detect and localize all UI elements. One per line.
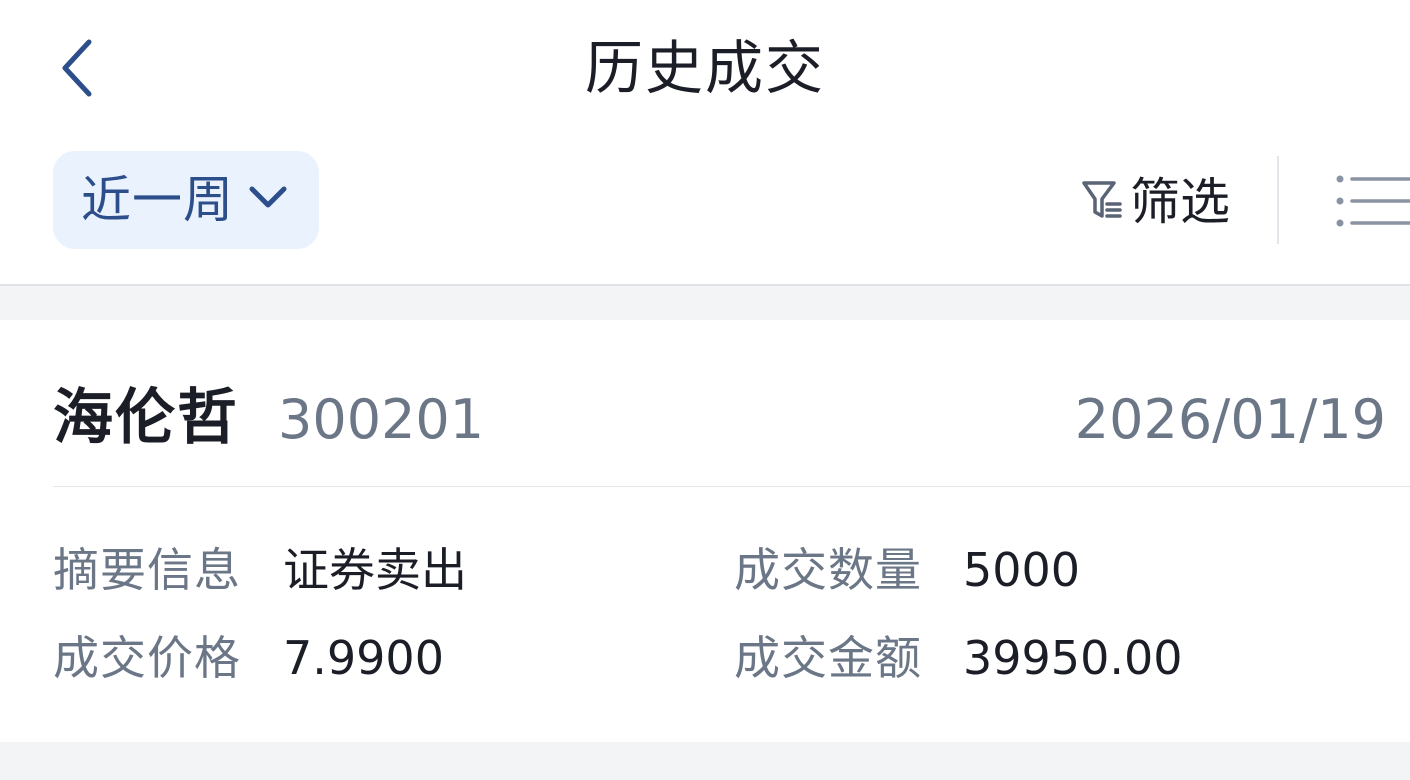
list-view-button[interactable] (1318, 160, 1410, 244)
page-title: 历史成交 (584, 34, 825, 102)
filter-icon (1082, 181, 1122, 218)
list-icon (1336, 175, 1410, 227)
amount-value: 39950.00 (963, 631, 1183, 685)
toolbar-divider (1277, 156, 1279, 244)
bottom-separator (0, 742, 1410, 780)
price-value: 7.9900 (283, 631, 444, 685)
chevron-down-icon (249, 186, 287, 208)
period-selector-label: 近一周 (81, 171, 234, 229)
trade-date: 2026/01/19 (1074, 388, 1386, 451)
summary-label: 摘要信息 (53, 543, 241, 597)
stock-name: 海伦哲 (53, 383, 239, 453)
nav-bar: 历史成交 (0, 0, 1410, 135)
trade-record-card[interactable]: 海伦哲 300201 2026/01/19 摘要信息 证券卖出 成交数量 500… (0, 320, 1410, 742)
price-label: 成交价格 (53, 631, 241, 685)
summary-value: 证券卖出 (283, 543, 467, 597)
filter-button[interactable]: 筛选 (1076, 160, 1246, 244)
card-divider (53, 486, 1410, 487)
amount-label: 成交金额 (734, 631, 922, 685)
filter-label: 筛选 (1130, 173, 1230, 231)
quantity-label: 成交数量 (734, 543, 922, 597)
stock-code: 300201 (278, 388, 485, 451)
section-separator (0, 284, 1410, 320)
history-trades-page: 历史成交 近一周 筛选 海伦哲 300201 2026/01/19 摘要信息 证… (0, 0, 1410, 780)
quantity-value: 5000 (963, 543, 1081, 597)
